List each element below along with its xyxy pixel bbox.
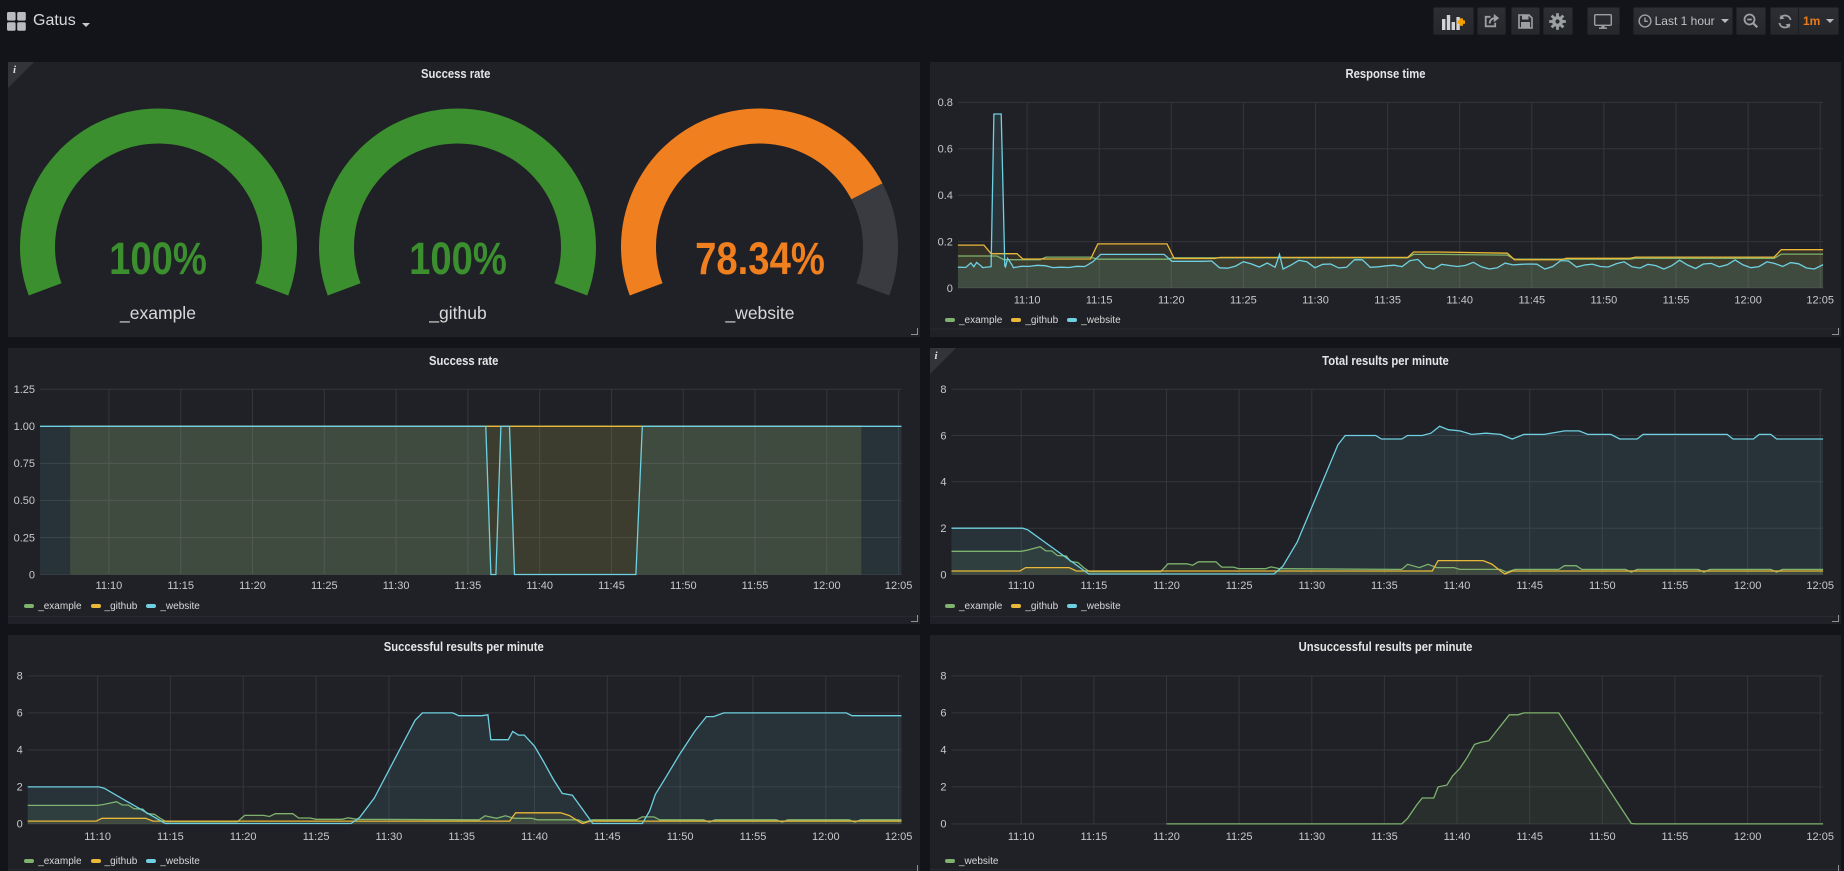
svg-text:11:30: 11:30 <box>376 830 403 842</box>
svg-text:11:25: 11:25 <box>303 830 330 842</box>
svg-text:11:50: 11:50 <box>1588 579 1615 591</box>
svg-text:11:10: 11:10 <box>1007 830 1034 842</box>
svg-text:11:20: 11:20 <box>1157 294 1184 306</box>
svg-text:0.8: 0.8 <box>937 97 952 109</box>
svg-text:0.4: 0.4 <box>937 190 952 202</box>
svg-text:11:25: 11:25 <box>1230 294 1257 306</box>
svg-text:11:50: 11:50 <box>1588 830 1615 842</box>
svg-text:4: 4 <box>940 476 946 488</box>
svg-text:11:35: 11:35 <box>448 830 475 842</box>
svg-text:11:25: 11:25 <box>311 579 338 591</box>
svg-text:0.75: 0.75 <box>14 458 35 470</box>
svg-text:6: 6 <box>17 707 23 719</box>
svg-text:12:05: 12:05 <box>885 830 913 842</box>
svg-text:11:25: 11:25 <box>1225 579 1252 591</box>
svg-text:11:55: 11:55 <box>1662 294 1689 306</box>
svg-text:11:25: 11:25 <box>1225 830 1252 842</box>
svg-text:12:00: 12:00 <box>1733 830 1761 842</box>
svg-text:11:35: 11:35 <box>455 579 482 591</box>
svg-text:0.25: 0.25 <box>14 532 35 544</box>
svg-text:11:55: 11:55 <box>742 579 769 591</box>
svg-text:11:30: 11:30 <box>383 579 410 591</box>
svg-text:12:00: 12:00 <box>1733 579 1761 591</box>
svg-text:6: 6 <box>940 707 946 719</box>
svg-text:2: 2 <box>940 781 946 793</box>
svg-text:11:10: 11:10 <box>1013 294 1040 306</box>
svg-text:12:00: 12:00 <box>1734 294 1762 306</box>
svg-text:11:20: 11:20 <box>230 830 257 842</box>
svg-text:11:15: 11:15 <box>167 579 194 591</box>
svg-text:11:20: 11:20 <box>239 579 266 591</box>
svg-text:4: 4 <box>940 744 946 756</box>
svg-text:11:40: 11:40 <box>526 579 553 591</box>
svg-text:2: 2 <box>17 781 23 793</box>
svg-text:11:55: 11:55 <box>1661 579 1688 591</box>
svg-text:11:15: 11:15 <box>1085 294 1112 306</box>
svg-text:0.50: 0.50 <box>14 495 35 507</box>
svg-text:11:10: 11:10 <box>84 830 111 842</box>
svg-text:11:45: 11:45 <box>594 830 621 842</box>
svg-text:11:40: 11:40 <box>1443 830 1470 842</box>
svg-text:11:15: 11:15 <box>157 830 184 842</box>
svg-text:12:05: 12:05 <box>885 579 913 591</box>
svg-text:11:20: 11:20 <box>1153 579 1180 591</box>
svg-text:0: 0 <box>29 569 35 581</box>
svg-text:6: 6 <box>940 430 946 442</box>
svg-text:11:30: 11:30 <box>1298 579 1325 591</box>
svg-text:11:40: 11:40 <box>521 830 548 842</box>
svg-text:8: 8 <box>940 384 946 396</box>
svg-text:12:05: 12:05 <box>1806 579 1834 591</box>
svg-text:1.00: 1.00 <box>14 421 35 433</box>
svg-text:8: 8 <box>940 670 946 682</box>
svg-text:11:55: 11:55 <box>1661 830 1688 842</box>
svg-text:12:05: 12:05 <box>1806 294 1834 306</box>
svg-text:11:20: 11:20 <box>1153 830 1180 842</box>
svg-text:11:50: 11:50 <box>667 830 694 842</box>
svg-text:11:35: 11:35 <box>1374 294 1401 306</box>
svg-text:11:45: 11:45 <box>1516 579 1543 591</box>
svg-text:11:40: 11:40 <box>1443 579 1470 591</box>
svg-text:0: 0 <box>17 818 23 830</box>
svg-text:11:50: 11:50 <box>670 579 697 591</box>
svg-text:11:40: 11:40 <box>1446 294 1473 306</box>
svg-text:11:15: 11:15 <box>1080 579 1107 591</box>
svg-text:11:50: 11:50 <box>1590 294 1617 306</box>
svg-text:12:00: 12:00 <box>812 830 840 842</box>
svg-text:12:00: 12:00 <box>813 579 841 591</box>
svg-text:11:35: 11:35 <box>1371 579 1398 591</box>
svg-text:0.6: 0.6 <box>937 144 952 156</box>
svg-text:1.25: 1.25 <box>14 384 35 396</box>
svg-text:2: 2 <box>940 523 946 535</box>
svg-text:11:35: 11:35 <box>1371 830 1398 842</box>
svg-text:11:10: 11:10 <box>96 579 123 591</box>
svg-text:11:45: 11:45 <box>1518 294 1545 306</box>
svg-text:0: 0 <box>946 283 952 295</box>
svg-text:4: 4 <box>17 744 23 756</box>
svg-text:11:45: 11:45 <box>598 579 625 591</box>
svg-text:11:30: 11:30 <box>1298 830 1325 842</box>
svg-text:11:45: 11:45 <box>1516 830 1543 842</box>
svg-text:0.2: 0.2 <box>937 236 952 248</box>
svg-text:11:55: 11:55 <box>740 830 767 842</box>
svg-text:11:30: 11:30 <box>1302 294 1329 306</box>
svg-text:12:05: 12:05 <box>1806 830 1834 842</box>
svg-text:11:10: 11:10 <box>1007 579 1034 591</box>
svg-text:8: 8 <box>17 670 23 682</box>
svg-text:11:15: 11:15 <box>1080 830 1107 842</box>
svg-text:0: 0 <box>940 818 946 830</box>
svg-text:0: 0 <box>940 569 946 581</box>
